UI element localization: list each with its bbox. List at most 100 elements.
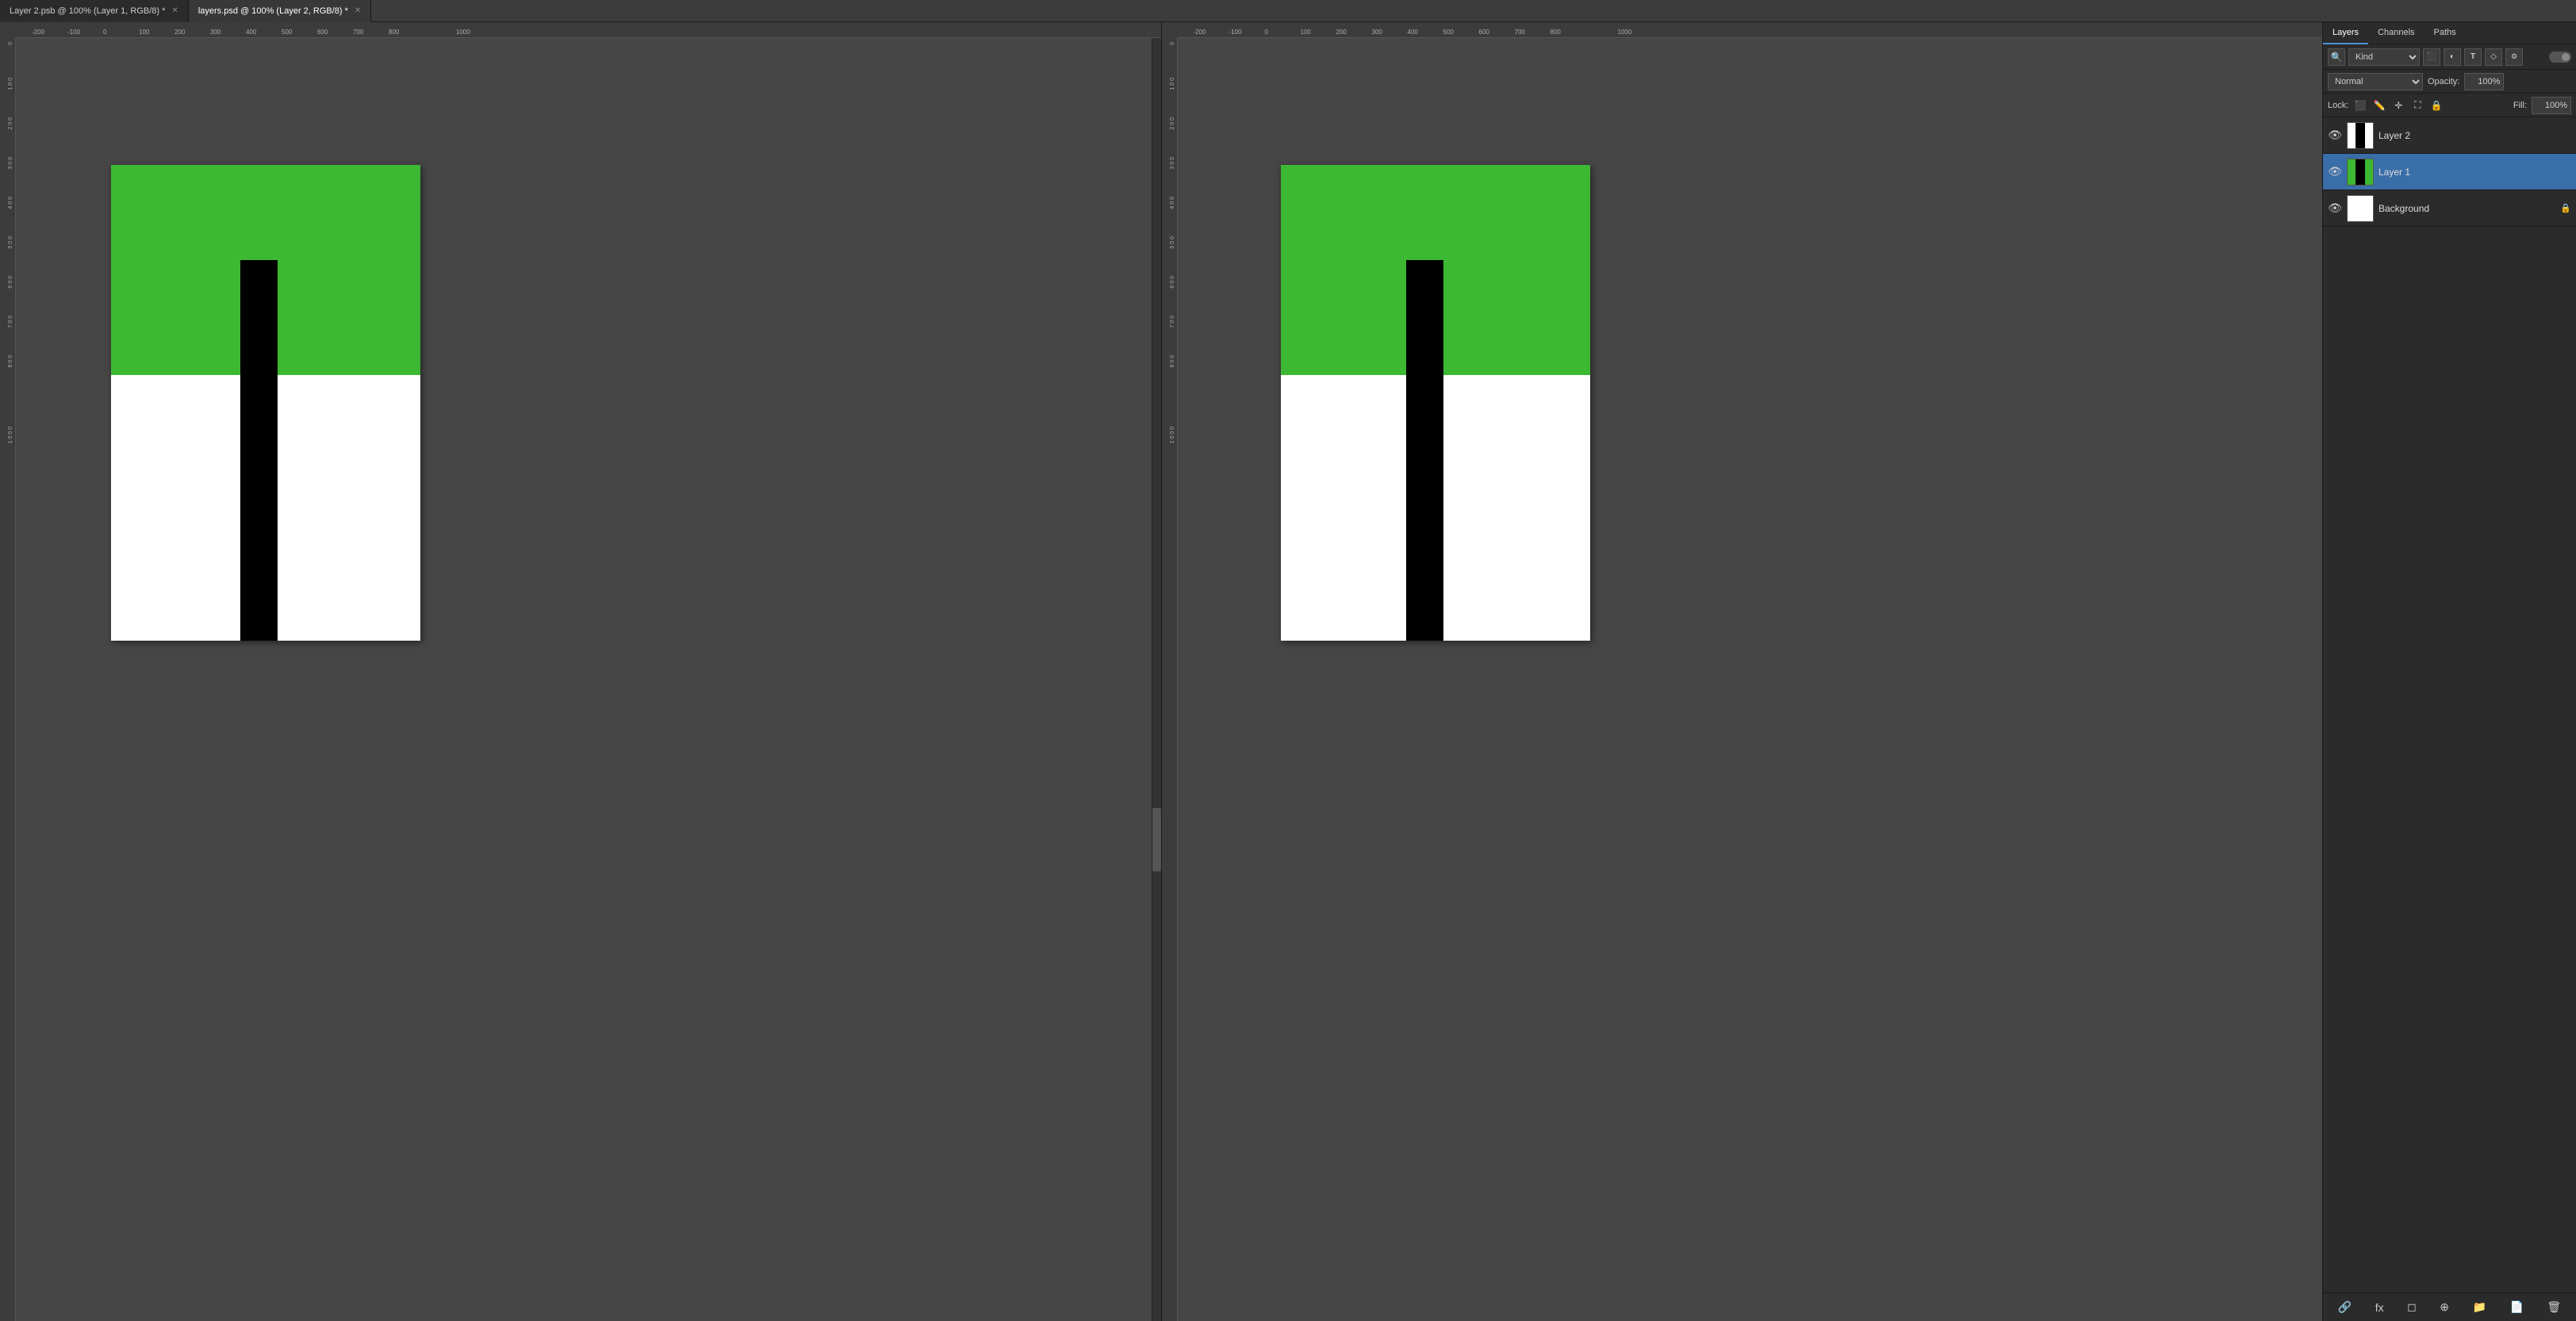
panel-bottom-toolbar: 🔗 fx ◻ ⊕ 📁 📄 🗑 <box>2323 1292 2576 1321</box>
background-name: Background <box>2379 203 2555 214</box>
filter-adjust-icon[interactable]: ◐ <box>2444 48 2461 66</box>
background-thumb-preview <box>2348 196 2373 221</box>
tab-paths-label: Paths <box>2434 28 2456 37</box>
add-mask-icon[interactable]: ◻ <box>2407 1300 2417 1314</box>
layers-list: 👁 Layer 2 👁 Layer 1 👁 Back <box>2323 117 2576 1292</box>
ruler-h-mark: 500 <box>1443 29 1454 36</box>
lock-label: Lock: <box>2328 101 2348 110</box>
ruler-v-mark: 1 0 0 <box>8 78 13 90</box>
tab1-close-icon[interactable]: ✕ <box>171 6 178 15</box>
ruler-h-mark: 700 <box>1515 29 1525 36</box>
delete-layer-icon[interactable]: 🗑 <box>2547 1300 2561 1314</box>
layer-search-icon[interactable]: 🔍 <box>2328 48 2345 66</box>
new-group-icon[interactable]: 📁 <box>2473 1300 2486 1314</box>
tab2-close-icon[interactable]: ✕ <box>355 6 361 15</box>
filter-toggle[interactable] <box>2549 52 2571 63</box>
filter-smart-icon[interactable]: ⚙ <box>2505 48 2523 66</box>
layer2-name: Layer 2 <box>2379 130 2571 141</box>
filter-pixel-icon[interactable]: ⬛ <box>2423 48 2440 66</box>
lock-position-icon[interactable]: ✛ <box>2391 98 2405 113</box>
canvas1-scroll-thumb[interactable] <box>1152 808 1161 871</box>
new-fill-icon[interactable]: ⊕ <box>2440 1300 2449 1314</box>
lock-all-icon[interactable]: 🔒 <box>2429 98 2444 113</box>
layer2-visibility-icon[interactable]: 👁 <box>2328 128 2342 143</box>
panel-tabs: Layers Channels Paths <box>2323 22 2576 44</box>
layer-filter-bar: 🔍 Kind ⬛ ◐ T ◇ ⚙ <box>2323 44 2576 70</box>
link-layers-icon[interactable]: 🔗 <box>2338 1300 2352 1314</box>
opacity-input[interactable] <box>2464 73 2504 90</box>
ruler-v-2: 0 1 0 0 2 0 0 3 0 0 4 0 0 5 0 0 6 0 0 7 … <box>1162 38 1178 1321</box>
ruler-h-mark: 0 <box>1265 29 1268 36</box>
lock-transparent-icon[interactable]: ⬛ <box>2353 98 2367 113</box>
ruler-v-mark: 5 0 0 <box>1170 236 1175 249</box>
ruler-h-mark: -200 <box>32 29 44 36</box>
ruler-v-mark: 5 0 0 <box>8 236 13 249</box>
lock-artboard-icon[interactable]: ⛶ <box>2410 98 2425 113</box>
ruler-v-mark: 8 0 0 <box>1170 355 1175 368</box>
ruler-h-mark: 200 <box>174 29 185 36</box>
tab-paths[interactable]: Paths <box>2425 22 2466 44</box>
ruler-v-mark: 2 0 0 <box>1170 117 1175 130</box>
lock-bar: Lock: ⬛ ✏️ ✛ ⛶ 🔒 Fill: <box>2323 94 2576 117</box>
canvas2-document <box>1281 165 1590 641</box>
lock-pixels-icon[interactable]: ✏️ <box>2372 98 2386 113</box>
blend-mode-select[interactable]: Normal <box>2328 73 2423 90</box>
background-visibility-icon[interactable]: 👁 <box>2328 201 2342 216</box>
ruler-h-mark: 400 <box>1408 29 1418 36</box>
ruler-h-mark: 300 <box>210 29 220 36</box>
tab1-label: Layer 2.psb @ 100% (Layer 1, RGB/8) * <box>10 6 165 16</box>
tab-layers-psd[interactable]: layers.psd @ 100% (Layer 2, RGB/8) * ✕ <box>189 0 371 22</box>
filter-shape-icon[interactable]: ◇ <box>2485 48 2502 66</box>
canvas1-scrollbar[interactable] <box>1152 38 1161 1321</box>
ruler-v-mark: 8 0 0 <box>8 355 13 368</box>
blend-opacity-bar: Normal Opacity: <box>2323 70 2576 94</box>
ruler-h-mark: -200 <box>1194 29 1206 36</box>
ruler-h-mark: -100 <box>1229 29 1242 36</box>
ruler-h-mark: 600 <box>1479 29 1489 36</box>
filter-toggle-area <box>2549 52 2571 63</box>
layer-row-layer1[interactable]: 👁 Layer 1 <box>2323 154 2576 190</box>
tab-layers-label: Layers <box>2333 28 2359 37</box>
layer1-name: Layer 1 <box>2379 167 2571 178</box>
layers-panel: Layers Channels Paths 🔍 Kind ⬛ ◐ T ◇ ⚙ <box>2322 22 2576 1321</box>
ruler-h-mark: 300 <box>1372 29 1382 36</box>
ruler-h-mark: 700 <box>353 29 363 36</box>
add-style-icon[interactable]: fx <box>2375 1301 2384 1314</box>
layer-kind-select[interactable]: Kind <box>2348 48 2420 66</box>
ruler-h-2: -200 -100 0 100 200 300 400 500 600 700 … <box>1178 22 2323 38</box>
canvas2-black-bar <box>1406 260 1443 641</box>
ruler-h-mark: 800 <box>1551 29 1561 36</box>
ruler-v-mark: 1 0 0 <box>1170 78 1175 90</box>
tab-channels[interactable]: Channels <box>2368 22 2424 44</box>
canvas1-black-bar <box>240 260 278 641</box>
ruler-h-1: -200 -100 0 100 200 300 400 500 600 700 … <box>16 22 1161 38</box>
ruler-v-mark: 6 0 0 <box>8 276 13 289</box>
background-thumbnail <box>2347 195 2374 222</box>
ruler-h-mark: 600 <box>317 29 328 36</box>
canvas2-viewport[interactable] <box>1178 38 2323 1321</box>
canvas1-viewport[interactable] <box>16 38 1161 1321</box>
layer-row-layer2[interactable]: 👁 Layer 2 <box>2323 117 2576 154</box>
tab-layer2-psb[interactable]: Layer 2.psb @ 100% (Layer 1, RGB/8) * ✕ <box>0 0 189 22</box>
ruler-h-mark: 200 <box>1336 29 1347 36</box>
ruler-v-mark: 4 0 0 <box>8 197 13 209</box>
ruler-v-mark: 3 0 0 <box>8 157 13 170</box>
ruler-v-mark: 2 0 0 <box>8 117 13 130</box>
ruler-h-mark: 100 <box>139 29 149 36</box>
new-layer-icon[interactable]: 📄 <box>2509 1300 2523 1314</box>
layer-row-background[interactable]: 👁 Background 🔒 <box>2323 190 2576 227</box>
layer1-visibility-icon[interactable]: 👁 <box>2328 165 2342 179</box>
filter-text-icon[interactable]: T <box>2464 48 2482 66</box>
tab-bar: Layer 2.psb @ 100% (Layer 1, RGB/8) * ✕ … <box>0 0 2576 22</box>
ruler-v-mark: 3 0 0 <box>1170 157 1175 170</box>
ruler-v-mark: 1 0 0 0 <box>8 427 13 443</box>
layer2-thumb-preview <box>2348 123 2373 148</box>
canvases-area: -200 -100 0 100 200 300 400 500 600 700 … <box>0 22 2322 1321</box>
tab-layers[interactable]: Layers <box>2323 22 2368 44</box>
fill-input[interactable] <box>2532 97 2571 114</box>
ruler-h-mark: 500 <box>282 29 292 36</box>
ruler-v-mark: 6 0 0 <box>1170 276 1175 289</box>
layer1-thumbnail <box>2347 159 2374 186</box>
canvas1-container: -200 -100 0 100 200 300 400 500 600 700 … <box>0 22 1161 1321</box>
canvas1-document <box>111 165 420 641</box>
